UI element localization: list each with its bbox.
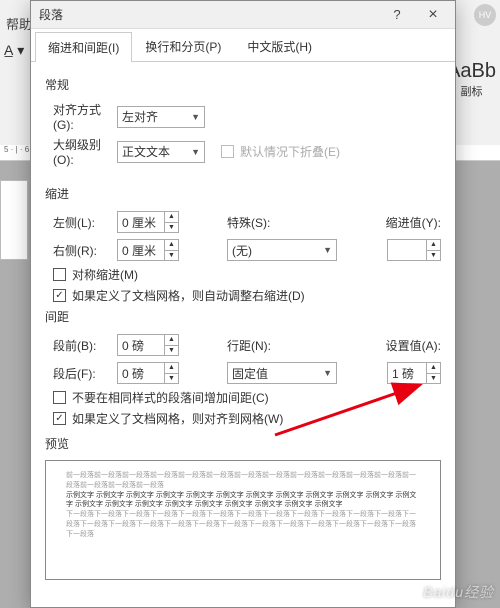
tab-asian-typography[interactable]: 中文版式(H)	[234, 31, 325, 61]
space-before-label: 段前(B):	[45, 337, 117, 354]
help-button[interactable]: ?	[379, 2, 415, 28]
spin-down-icon[interactable]: ▼	[165, 374, 178, 384]
indent-grid-checkbox[interactable]: ✓	[53, 289, 66, 302]
spin-down-icon[interactable]: ▼	[165, 251, 178, 261]
special-label: 特殊(S):	[227, 214, 295, 231]
indent-left-spinner[interactable]: 0 厘米 ▲▼	[117, 211, 179, 233]
collapse-label: 默认情况下折叠(E)	[240, 143, 340, 160]
spin-down-icon[interactable]: ▼	[427, 374, 440, 384]
spin-up-icon[interactable]: ▲	[165, 212, 178, 223]
chevron-down-icon: ▼	[191, 112, 200, 122]
close-button[interactable]: ×	[415, 2, 451, 28]
chevron-down-icon: ▼	[323, 368, 332, 378]
tool-icon[interactable]: A̲ ▾	[4, 42, 24, 59]
line-spacing-label: 行距(N):	[227, 337, 295, 354]
mirror-indent-label: 对称缩进(M)	[72, 266, 138, 283]
preview-sample-text: 示例文字 示例文字 示例文字 示例文字 示例文字 示例文字 示例文字 示例文字 …	[66, 491, 420, 511]
outline-select[interactable]: 正文文本 ▼	[117, 141, 205, 163]
space-after-value: 0 磅	[122, 365, 144, 382]
space-before-value: 0 磅	[122, 337, 144, 354]
tab-line-page-breaks[interactable]: 换行和分页(P)	[132, 31, 234, 61]
indent-left-label: 左侧(L):	[45, 214, 117, 231]
no-space-label: 不要在相同样式的段落间增加间距(C)	[72, 389, 269, 406]
line-spacing-value: 固定值	[232, 365, 268, 382]
dialog-content: 常规 对齐方式(G): 左对齐 ▼ 大纲级别(O): 正文文本 ▼ 默认情况下折叠(…	[31, 62, 455, 607]
special-select[interactable]: (无) ▼	[227, 239, 337, 261]
spin-down-icon[interactable]: ▼	[165, 223, 178, 233]
at-input[interactable]: 1 磅 ▲▼	[387, 362, 441, 384]
spin-down-icon[interactable]: ▼	[165, 346, 178, 356]
outline-value: 正文文本	[122, 143, 170, 160]
indent-right-spinner[interactable]: 0 厘米 ▲▼	[117, 239, 179, 261]
spin-up-icon[interactable]: ▲	[165, 335, 178, 346]
space-after-spinner[interactable]: 0 磅 ▲▼	[117, 362, 179, 384]
spin-up-icon[interactable]: ▲	[165, 363, 178, 374]
special-value: (无)	[232, 242, 252, 259]
outline-label: 大纲级别(O):	[45, 136, 117, 167]
spin-up-icon[interactable]: ▲	[427, 240, 440, 251]
indent-right-label: 右侧(R):	[45, 242, 117, 259]
spacing-grid-checkbox[interactable]: ✓	[53, 412, 66, 425]
indent-left-value: 0 厘米	[122, 214, 156, 231]
titlebar: 段落 ? ×	[31, 1, 455, 29]
preview-box: 前一段落前一段落前一段落前一段落前一段落前一段落前一段落前一段落前一段落前一段落…	[45, 460, 441, 580]
mirror-indent-checkbox[interactable]	[53, 268, 66, 281]
no-space-checkbox[interactable]	[53, 391, 66, 404]
space-after-label: 段后(F):	[45, 365, 117, 382]
chevron-down-icon: ▼	[323, 245, 332, 255]
indent-by-input[interactable]: ▲▼	[387, 239, 441, 261]
collapse-checkbox	[221, 145, 234, 158]
spin-up-icon[interactable]: ▲	[165, 240, 178, 251]
indent-grid-label: 如果定义了文档网格，则自动调整右缩进(D)	[72, 287, 305, 304]
tab-strip: 缩进和间距(I) 换行和分页(P) 中文版式(H)	[31, 29, 455, 62]
tab-indent-spacing[interactable]: 缩进和间距(I)	[35, 32, 132, 62]
chevron-down-icon: ▼	[191, 147, 200, 157]
at-value: 1 磅	[392, 365, 414, 382]
at-label: 设置值(A):	[373, 337, 441, 354]
indent-by-label: 缩进值(Y):	[373, 214, 441, 231]
section-spacing: 间距	[45, 308, 441, 325]
dialog-title: 段落	[39, 6, 63, 23]
section-indent: 缩进	[45, 185, 441, 202]
align-select[interactable]: 左对齐 ▼	[117, 106, 205, 128]
spin-up-icon[interactable]: ▲	[427, 363, 440, 374]
section-general: 常规	[45, 76, 441, 93]
indent-right-value: 0 厘米	[122, 242, 156, 259]
spacing-grid-label: 如果定义了文档网格，则对齐到网格(W)	[72, 410, 283, 427]
paragraph-dialog: 段落 ? × 缩进和间距(I) 换行和分页(P) 中文版式(H) 常规 对齐方式…	[30, 0, 456, 608]
space-before-spinner[interactable]: 0 磅 ▲▼	[117, 334, 179, 356]
watermark: Baidu经验	[423, 582, 494, 602]
align-label: 对齐方式(G):	[45, 101, 117, 132]
align-value: 左对齐	[122, 108, 158, 125]
spin-down-icon[interactable]: ▼	[427, 251, 440, 261]
preview-before-text: 前一段落前一段落前一段落前一段落前一段落前一段落前一段落前一段落前一段落前一段落…	[66, 471, 420, 491]
section-preview: 预览	[45, 435, 441, 452]
avatar[interactable]: HV	[474, 4, 496, 26]
preview-after-text: 下一段落下一段落下一段落下一段落下一段落下一段落下一段落下一段落下一段落下一段落…	[66, 510, 420, 539]
page-edge	[0, 180, 28, 260]
line-spacing-select[interactable]: 固定值 ▼	[227, 362, 337, 384]
